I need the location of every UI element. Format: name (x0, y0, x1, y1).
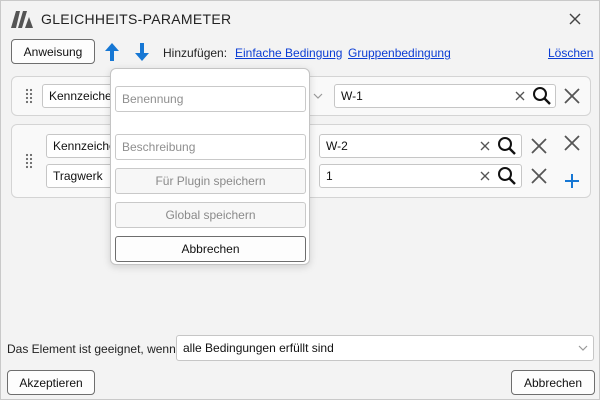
save-popup: Benennung Beschreibung Für Plugin speich… (110, 68, 310, 265)
add-simple-condition-link[interactable]: Einfache Bedingung (235, 46, 342, 60)
condition-mode-select[interactable]: alle Bedingungen erfüllt sind (176, 335, 594, 361)
parameter-select[interactable]: Tragwerk (46, 164, 116, 188)
arrow-up-icon[interactable] (103, 42, 121, 62)
cancel-button[interactable]: Abbrechen (511, 370, 595, 395)
chevron-down-icon[interactable] (313, 93, 323, 99)
delete-link[interactable]: Löschen (548, 46, 593, 60)
clear-icon[interactable] (478, 139, 492, 153)
parameter-select[interactable]: Kennzeichen (42, 84, 117, 108)
close-icon[interactable] (567, 11, 583, 27)
remove-row-icon[interactable] (530, 167, 548, 185)
drag-handle-icon[interactable] (25, 153, 33, 169)
window-title: GLEICHHEITS-PARAMETER (41, 11, 232, 27)
save-plugin-button[interactable]: Für Plugin speichern (115, 168, 306, 194)
arrow-down-icon[interactable] (133, 42, 151, 62)
accept-button[interactable]: Akzeptieren (7, 370, 95, 395)
clear-icon[interactable] (513, 89, 527, 103)
chevron-down-icon[interactable] (578, 345, 588, 351)
remove-group-icon[interactable] (563, 134, 581, 152)
clear-icon[interactable] (478, 169, 492, 183)
parameter-select[interactable]: Kennzeichen (46, 134, 116, 158)
search-icon[interactable] (497, 136, 517, 156)
save-global-button[interactable]: Global speichern (115, 202, 306, 228)
app-logo-icon (11, 11, 33, 28)
drag-handle-icon[interactable] (25, 88, 33, 104)
description-input[interactable]: Beschreibung (115, 134, 306, 160)
instruction-button[interactable]: Anweisung (11, 39, 95, 64)
suitability-label: Das Element ist geeignet, wenn (7, 342, 176, 356)
title-bar: GLEICHHEITS-PARAMETER (1, 1, 599, 37)
popup-cancel-button[interactable]: Abbrechen (115, 236, 306, 262)
remove-row-icon[interactable] (530, 137, 548, 155)
search-icon[interactable] (532, 86, 552, 106)
remove-condition-icon[interactable] (563, 87, 581, 105)
add-group-condition-link[interactable]: Gruppenbedingung (348, 46, 451, 60)
add-row-icon[interactable] (563, 172, 581, 190)
dialog-window: GLEICHHEITS-PARAMETER Anweisung Hinzufüg… (0, 0, 600, 400)
search-icon[interactable] (497, 166, 517, 186)
name-input[interactable]: Benennung (115, 86, 306, 112)
add-label: Hinzufügen: (163, 46, 228, 60)
